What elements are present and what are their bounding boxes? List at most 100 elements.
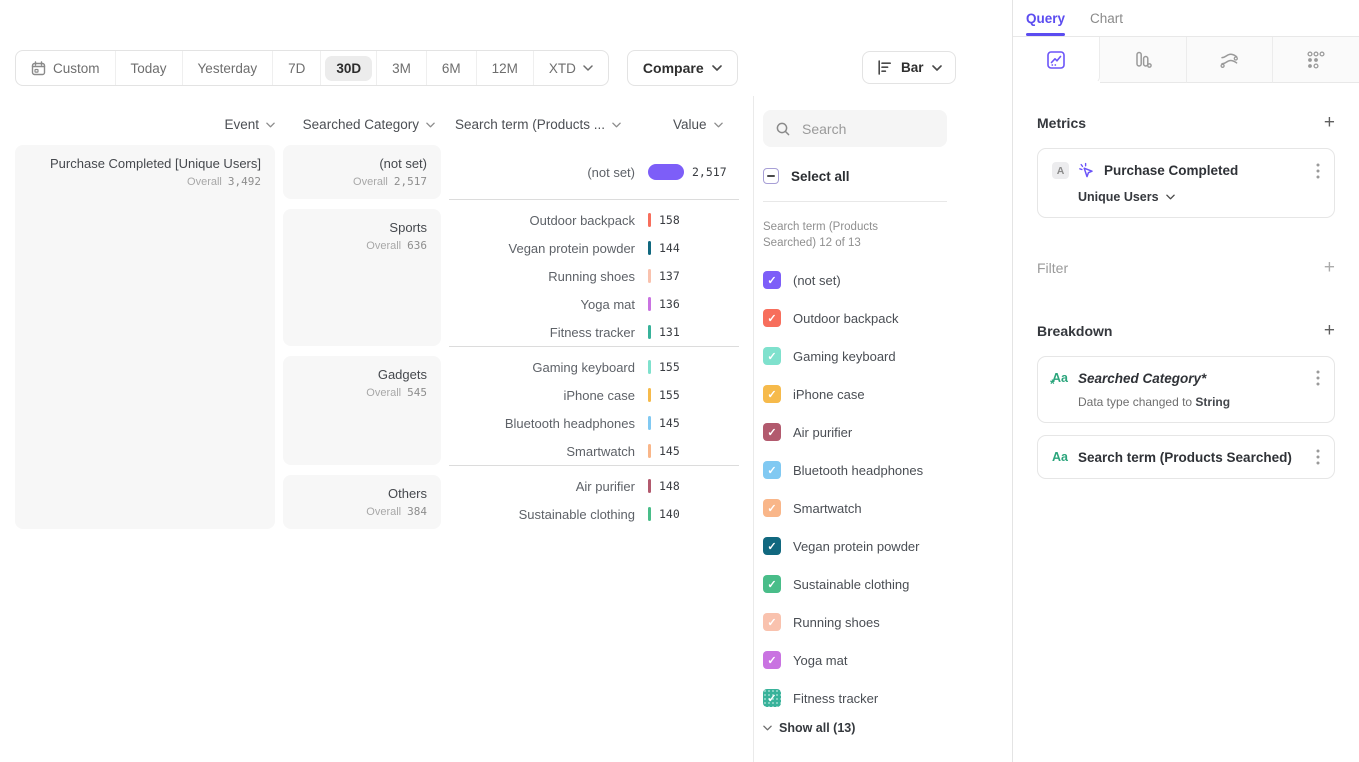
search-box[interactable]	[763, 110, 947, 147]
term-row-smartwatch[interactable]: Smartwatch145	[449, 437, 739, 465]
chart-type-label: Bar	[901, 60, 924, 75]
data-type-note: Data type changed to String	[1078, 395, 1320, 409]
segment-checkbox[interactable]: ✓	[763, 309, 781, 327]
segment-checkbox[interactable]: ✓	[763, 423, 781, 441]
term-rows: Air purifier148Sustainable clothing140	[449, 465, 739, 529]
measure-dropdown[interactable]: Unique Users	[1078, 190, 1320, 204]
category-cell-sports[interactable]: SportsOverall636	[283, 209, 441, 346]
segment-item-iphone-case[interactable]: ✓iPhone case	[763, 375, 1012, 413]
term-row-vegan-protein-powder[interactable]: Vegan protein powder144	[449, 234, 739, 262]
segment-checkbox[interactable]: ✓	[763, 461, 781, 479]
overall-label: Overall	[187, 176, 222, 188]
range-label: XTD	[549, 61, 576, 76]
segment-item-air-purifier[interactable]: ✓Air purifier	[763, 413, 1012, 451]
category-overall: Overall384	[297, 505, 427, 518]
kebab-menu-icon[interactable]	[1316, 163, 1320, 179]
show-all-button[interactable]: Show all (13)	[763, 721, 1012, 735]
segment-checkbox[interactable]: ✓	[763, 499, 781, 517]
category-overall-value: 545	[407, 386, 427, 399]
breakdown-card-searched-category[interactable]: Aa Searched Category* Data type changed …	[1037, 356, 1335, 423]
term-row-bluetooth-headphones[interactable]: Bluetooth headphones145	[449, 409, 739, 437]
breakdown-card-search-term[interactable]: Aa Search term (Products Searched)	[1037, 435, 1335, 479]
value-bar-wrap	[648, 360, 651, 374]
measure-label: Unique Users	[1078, 190, 1159, 204]
category-name: (not set)	[297, 156, 427, 171]
range-button-3m[interactable]: 3M	[377, 51, 427, 85]
range-button-30d[interactable]: 30D	[321, 51, 377, 85]
term-row-outdoor-backpack[interactable]: Outdoor backpack158	[449, 206, 739, 234]
range-button-7d[interactable]: 7D	[273, 51, 321, 85]
tab-query[interactable]: Query	[1026, 11, 1065, 36]
tab-funnels[interactable]	[1100, 37, 1187, 83]
segment-item-fitness-tracker[interactable]: ✓Fitness tracker	[763, 679, 1012, 717]
kebab-menu-icon[interactable]	[1316, 370, 1320, 386]
add-metric-button[interactable]: +	[1324, 113, 1335, 132]
add-filter-button[interactable]: +	[1324, 258, 1335, 277]
segment-checkbox[interactable]: ✓	[763, 385, 781, 403]
term-row-sustainable-clothing[interactable]: Sustainable clothing140	[449, 500, 739, 528]
column-header-search-term[interactable]: Search term (Products ...	[449, 117, 647, 132]
segment-checkbox[interactable]: ✓	[763, 537, 781, 555]
segment-item-outdoor-backpack[interactable]: ✓ Outdoor backpack	[763, 299, 1012, 337]
select-all-row[interactable]: Select all	[763, 168, 1012, 184]
segment-item-yoga-mat[interactable]: ✓ Yoga mat	[763, 641, 1012, 679]
metric-card[interactable]: A Purchase Completed Unique Users	[1037, 148, 1335, 218]
tab-chart[interactable]: Chart	[1090, 11, 1123, 36]
range-button-yesterday[interactable]: Yesterday	[183, 51, 274, 85]
panel-divider	[763, 201, 947, 202]
value-bar-wrap	[648, 444, 651, 458]
segment-item-smartwatch[interactable]: ✓Smartwatch	[763, 489, 1012, 527]
segment-checkbox[interactable]: ✓	[763, 271, 781, 289]
range-button-today[interactable]: Today	[116, 51, 183, 85]
column-header-value[interactable]: Value	[655, 117, 723, 132]
segment-checkbox[interactable]: ✓	[763, 613, 781, 631]
column-header-event[interactable]: Event	[15, 117, 275, 132]
segment-checkbox[interactable]: ✓	[763, 651, 781, 669]
segment-item-sustainable-clothing[interactable]: ✓Sustainable clothing	[763, 565, 1012, 603]
term-row-iphone-case[interactable]: iPhone case155	[449, 381, 739, 409]
term-row-running-shoes[interactable]: Running shoes137	[449, 262, 739, 290]
term-row-gaming-keyboard[interactable]: Gaming keyboard155	[449, 353, 739, 381]
category-cell-others[interactable]: OthersOverall384	[283, 475, 441, 529]
segment-checkbox[interactable]: ✓	[763, 575, 781, 593]
category-cell-gadgets[interactable]: GadgetsOverall545	[283, 356, 441, 465]
search-icon	[775, 121, 791, 137]
segment-item-running-shoes[interactable]: ✓Running shoes	[763, 603, 1012, 641]
range-button-custom[interactable]: Custom	[16, 51, 116, 85]
term-row-air-purifier[interactable]: Air purifier148	[449, 472, 739, 500]
segment-item-not-set[interactable]: ✓(not set)	[763, 261, 1012, 299]
term-row-not-set[interactable]: (not set)2,517	[449, 158, 739, 186]
segment-item-gaming-keyboard[interactable]: ✓Gaming keyboard	[763, 337, 1012, 375]
tab-retention[interactable]	[1273, 37, 1359, 83]
range-button-6m[interactable]: 6M	[427, 51, 477, 85]
segment-checkbox[interactable]: ✓	[763, 689, 781, 707]
column-header-searched-category[interactable]: Searched Category	[283, 117, 441, 132]
column-header-category-label: Searched Category	[303, 117, 419, 132]
string-property-icon: Aa	[1052, 450, 1069, 464]
value-bar	[648, 507, 651, 521]
compare-button[interactable]: Compare	[627, 50, 738, 86]
search-input[interactable]	[800, 120, 924, 138]
select-all-checkbox[interactable]	[763, 168, 779, 184]
tab-insights[interactable]	[1013, 37, 1100, 83]
term-row-fitness-tracker[interactable]: Fitness tracker131	[449, 318, 739, 346]
category-cell-not-set[interactable]: (not set)Overall2,517	[283, 145, 441, 199]
category-groups: (not set)Overall2,517 (not set)2,517 Sport…	[283, 145, 739, 529]
kebab-menu-icon[interactable]	[1316, 449, 1320, 465]
value-bar	[648, 213, 651, 227]
segment-checkbox-list: ✓(not set)✓Outdoor backpack✓Gaming keybo…	[763, 261, 1012, 717]
add-breakdown-button[interactable]: +	[1324, 321, 1335, 340]
segment-item-vegan-protein-powder[interactable]: ✓Vegan protein powder	[763, 527, 1012, 565]
range-button-12m[interactable]: 12M	[477, 51, 534, 85]
segment-item-bluetooth-headphones[interactable]: ✓Bluetooth headphones	[763, 451, 1012, 489]
segment-label: Yoga mat	[793, 653, 847, 668]
chart-type-select[interactable]: Bar	[862, 51, 956, 84]
term-row-yoga-mat[interactable]: Yoga mat136	[449, 290, 739, 318]
value-text: 155	[659, 360, 680, 374]
tab-flows[interactable]	[1187, 37, 1274, 83]
segment-label: Outdoor backpack	[793, 311, 899, 326]
event-cell[interactable]: Purchase Completed [Unique Users] Overal…	[15, 145, 275, 529]
range-button-xtd[interactable]: XTD	[534, 51, 608, 85]
segment-checkbox[interactable]: ✓	[763, 347, 781, 365]
category-overall-value: 636	[407, 239, 427, 252]
